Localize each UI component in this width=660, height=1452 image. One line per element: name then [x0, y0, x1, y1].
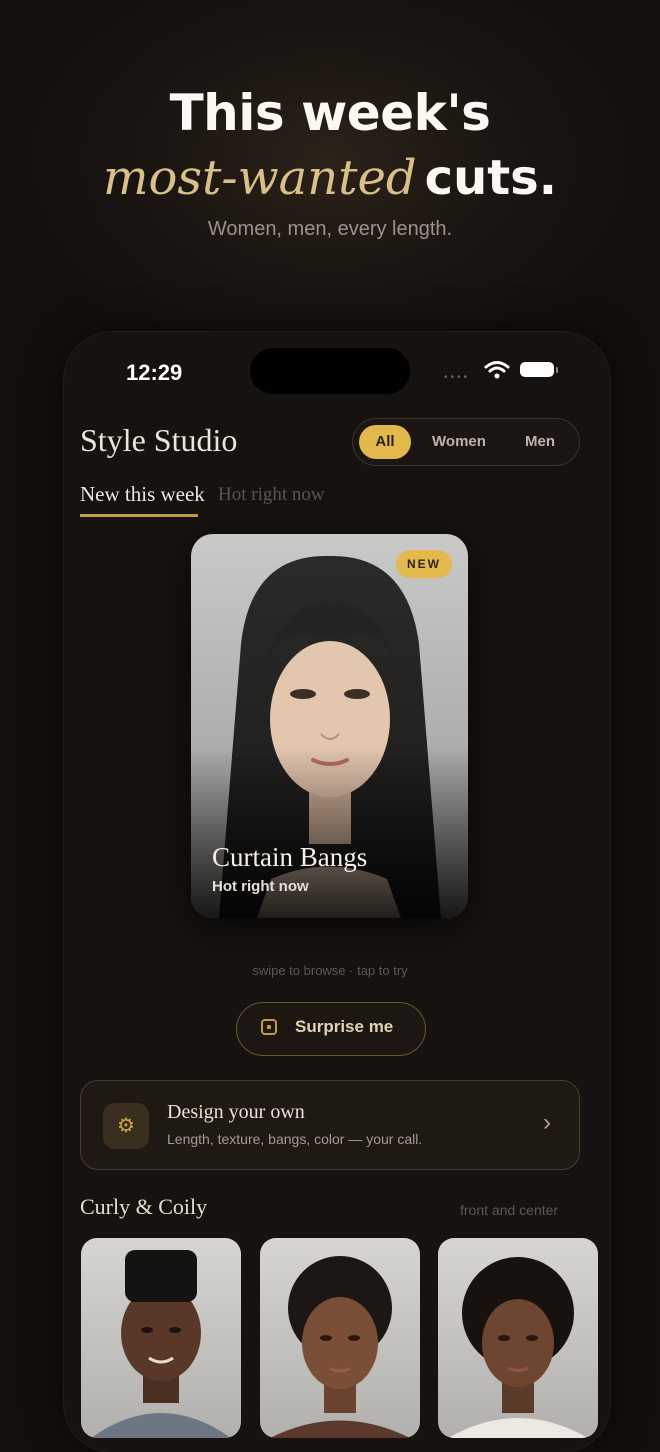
section-meta: front and center [460, 1202, 559, 1218]
hero-line2: most-wanted cuts. [0, 150, 660, 206]
status-time: 12:29 [126, 360, 183, 385]
design-your-own-card[interactable]: ⚙ Design your own Length, texture, bangs… [80, 1080, 580, 1170]
featured-style-subtitle: Hot right now [212, 878, 309, 895]
portrait-image [91, 1250, 231, 1438]
new-badge: NEW [396, 550, 452, 578]
filter-men[interactable]: Men [507, 425, 573, 459]
style-thumbnail[interactable] [260, 1238, 420, 1438]
style-thumbnail[interactable] [81, 1238, 241, 1438]
design-title: Design your own [167, 1101, 305, 1123]
featured-style-name: Curtain Bangs [212, 842, 368, 872]
dice-icon [261, 1019, 277, 1035]
hero-title: This week's [169, 84, 491, 142]
portrait-image [448, 1257, 588, 1438]
chevron-right-icon: › [543, 1109, 551, 1136]
swipe-hint: swipe to browse · tap to try [252, 963, 408, 978]
wifi-icon [484, 361, 510, 379]
hero-subtitle: Women, men, every length. [207, 218, 453, 240]
gender-filter: All Women Men [352, 418, 580, 466]
portrait-image [270, 1256, 410, 1438]
tab-new-this-week[interactable]: New this week [80, 482, 205, 507]
tab-hot-right-now[interactable]: Hot right now [218, 484, 325, 506]
status-icons: •••• [444, 358, 564, 384]
page-title: Style Studio [80, 422, 238, 458]
filter-women[interactable]: Women [419, 425, 499, 459]
surprise-me-label: Surprise me [295, 1017, 394, 1036]
filter-all[interactable]: All [359, 425, 411, 459]
battery-icon [520, 362, 558, 377]
hero-bold-text: cuts. [424, 150, 557, 206]
sliders-icon: ⚙ [103, 1103, 149, 1149]
design-subtitle: Length, texture, bangs, color — your cal… [167, 1131, 423, 1147]
signal-icon: •••• [444, 372, 471, 383]
dynamic-island [250, 348, 410, 394]
style-thumbnail[interactable] [438, 1238, 598, 1438]
surprise-me-button[interactable]: Surprise me [236, 1002, 426, 1056]
section-title: Curly & Coily [80, 1194, 208, 1219]
tab-underline [80, 514, 198, 517]
hero-italic-text: most-wanted [103, 150, 417, 206]
